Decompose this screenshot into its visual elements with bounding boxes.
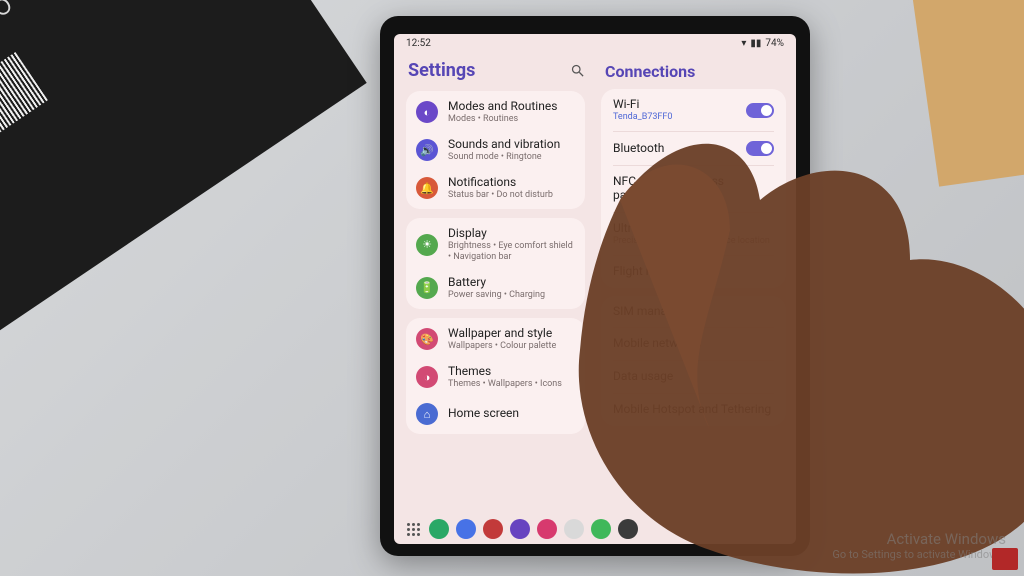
conn-title: Bluetooth <box>613 142 664 156</box>
dock-app-2[interactable] <box>483 519 503 539</box>
bluetooth-toggle[interactable] <box>746 141 774 156</box>
item-title: Wallpaper and style <box>448 327 556 341</box>
settings-item-home-screen[interactable]: ⌂ Home screen <box>406 396 585 432</box>
settings-item-notifications[interactable]: 🔔 NotificationsStatus bar • Do not distur… <box>406 169 585 207</box>
settings-item-sounds-and-vibration[interactable]: 🔊 Sounds and vibrationSound mode • Ringto… <box>406 131 585 169</box>
dock-app-1[interactable] <box>456 519 476 539</box>
conn-item-bluetooth[interactable]: Bluetooth <box>601 132 786 165</box>
conn-title: Mobile networks <box>613 337 701 351</box>
item-sub: Wallpapers • Colour palette <box>448 341 556 351</box>
battery-text: 74% <box>765 38 784 49</box>
dock-app-4[interactable] <box>537 519 557 539</box>
home-screen-icon: ⌂ <box>416 403 438 425</box>
screen: 12:52 ▾ ▮▮ 74% Settings ◐ Modes and Routi… <box>394 34 796 544</box>
dock-app-5[interactable] <box>564 519 584 539</box>
barcode <box>0 52 48 206</box>
dock-app-3[interactable] <box>510 519 530 539</box>
sounds-and-vibration-icon: 🔊 <box>416 139 438 161</box>
item-title: Modes and Routines <box>448 100 557 114</box>
conn-title: Wi-Fi <box>613 98 672 112</box>
conn-item-mobile-hotspot-and-tethering[interactable]: Mobile Hotspot and Tethering <box>601 394 786 426</box>
wallpaper-and-style-icon: 🎨 <box>416 328 438 350</box>
conn-title: Mobile Hotspot and Tethering <box>613 403 771 417</box>
conn-item-nfc-and-contactless-payments[interactable]: NFC and contactless payments <box>601 166 786 212</box>
conn-title: Flight mode <box>613 265 676 279</box>
settings-group: ☀ DisplayBrightness • Eye comfort shield … <box>406 218 585 309</box>
wi-fi-toggle[interactable] <box>746 103 774 118</box>
item-sub: Status bar • Do not disturb <box>448 190 553 200</box>
item-title: Battery <box>448 276 545 290</box>
conn-title: NFC and contactless payments <box>613 175 774 203</box>
settings-group: ◐ Modes and RoutinesModes • Routines 🔊 Soun… <box>406 91 585 209</box>
connections-title: Connections <box>605 62 786 81</box>
conn-sub: Tenda_B73FF0 <box>613 112 672 122</box>
item-title: Home screen <box>448 407 519 421</box>
item-sub: Brightness • Eye comfort shield • Naviga… <box>448 241 575 262</box>
conn-item-data-usage[interactable]: Data usage <box>601 361 786 393</box>
settings-title: Settings <box>408 60 475 81</box>
settings-item-themes[interactable]: ◑ ThemesThemes • Wallpapers • Icons <box>406 358 585 396</box>
status-right: ▾ ▮▮ 74% <box>741 38 784 49</box>
notifications-icon: 🔔 <box>416 177 438 199</box>
conn-sub: Precise identification of device locatio… <box>613 236 770 246</box>
wood-block <box>910 0 1024 187</box>
settings-item-display[interactable]: ☀ DisplayBrightness • Eye comfort shield … <box>406 220 585 268</box>
connections-group: SIM manager Mobile networks Data usage Mobi… <box>601 296 786 426</box>
item-title: Notifications <box>448 176 553 190</box>
conn-item-wi-fi[interactable]: Wi-FiTenda_B73FF0 <box>601 89 786 131</box>
status-bar: 12:52 ▾ ▮▮ 74% <box>394 34 796 52</box>
wifi-icon: ▾ <box>741 38 746 49</box>
item-title: Sounds and vibration <box>448 138 560 152</box>
item-sub: Modes • Routines <box>448 114 557 124</box>
themes-icon: ◑ <box>416 366 438 388</box>
conn-item-ultra-wideband-uwb-[interactable]: Ultra-wideband (UWB)Precise identificati… <box>601 213 786 255</box>
device-frame: 12:52 ▾ ▮▮ 74% Settings ◐ Modes and Routi… <box>380 16 810 556</box>
signal-icon: ▮▮ <box>750 38 761 49</box>
status-time: 12:52 <box>406 38 431 49</box>
dock-app-7[interactable] <box>618 519 638 539</box>
dock-app-6[interactable] <box>591 519 611 539</box>
settings-item-battery[interactable]: 🔋 BatteryPower saving • Charging <box>406 269 585 307</box>
settings-item-modes-and-routines[interactable]: ◐ Modes and RoutinesModes • Routines <box>406 93 585 131</box>
product-box: Galaxy Z Fold6 <box>0 0 367 362</box>
item-sub: Themes • Wallpapers • Icons <box>448 379 562 389</box>
settings-pane: Settings ◐ Modes and RoutinesModes • Rout… <box>394 52 595 514</box>
conn-item-sim-manager[interactable]: SIM manager <box>601 296 786 328</box>
item-sub: Power saving • Charging <box>448 290 545 300</box>
connections-pane: Connections Wi-FiTenda_B73FF0 Bluetooth NF… <box>595 52 796 514</box>
conn-title: Ultra-wideband (UWB) <box>613 222 770 236</box>
modes-and-routines-icon: ◐ <box>416 101 438 123</box>
item-title: Themes <box>448 365 562 379</box>
apps-drawer-icon[interactable] <box>404 520 422 538</box>
settings-item-wallpaper-and-style[interactable]: 🎨 Wallpaper and styleWallpapers • Colour … <box>406 320 585 358</box>
battery-icon: 🔋 <box>416 277 438 299</box>
conn-item-mobile-networks[interactable]: Mobile networks <box>601 328 786 360</box>
settings-header: Settings <box>408 60 585 81</box>
channel-logo <box>992 548 1018 570</box>
activate-windows-watermark: Activate Windows Go to Settings to activ… <box>832 530 1006 563</box>
settings-group: 🎨 Wallpaper and styleWallpapers • Colour … <box>406 318 585 434</box>
dock <box>394 514 796 544</box>
search-icon[interactable] <box>570 63 585 78</box>
display-icon: ☀ <box>416 234 438 256</box>
watermark-line1: Activate Windows <box>832 530 1006 549</box>
item-sub: Sound mode • Ringtone <box>448 152 560 162</box>
watermark-line2: Go to Settings to activate Windows. <box>832 548 1006 562</box>
connections-group: Wi-FiTenda_B73FF0 Bluetooth NFC and contac… <box>601 89 786 288</box>
conn-item-flight-mode[interactable]: Flight mode <box>601 256 786 288</box>
item-title: Display <box>448 227 575 241</box>
conn-title: SIM manager <box>613 305 684 319</box>
dock-app-0[interactable] <box>429 519 449 539</box>
conn-title: Data usage <box>613 370 673 384</box>
